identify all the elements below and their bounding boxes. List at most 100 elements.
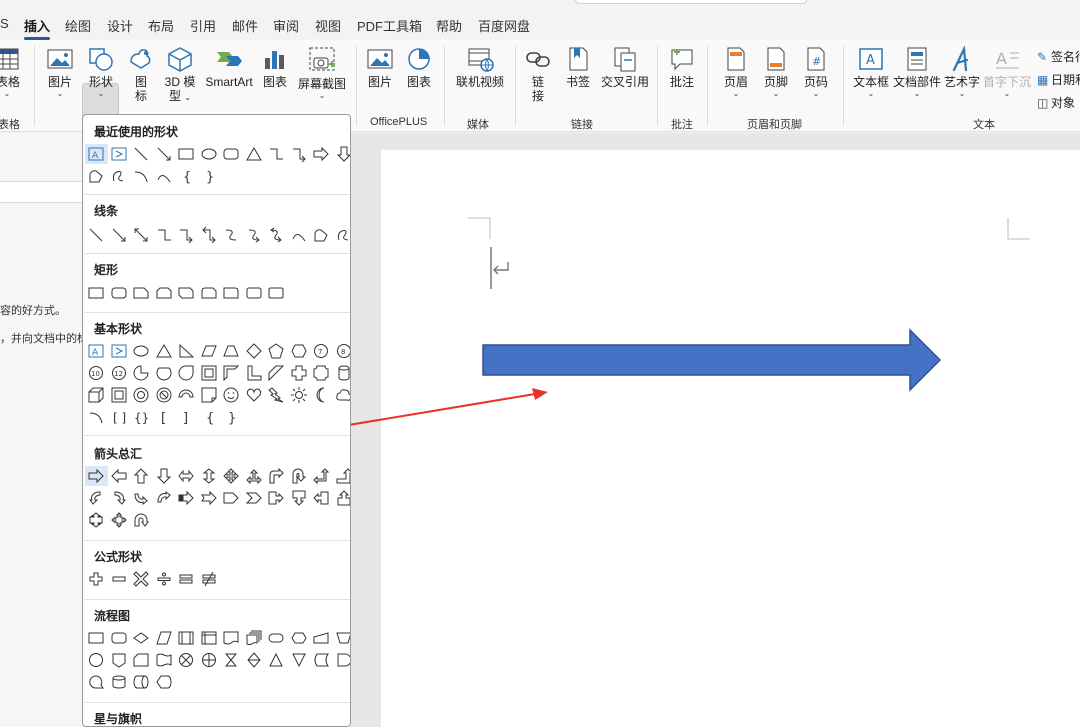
block-arc-shape-icon[interactable] — [175, 385, 198, 405]
elbow-arrow-connector-shape-icon[interactable] — [288, 144, 311, 164]
scribble-shape-icon[interactable] — [333, 225, 351, 245]
flowchart-or-shape-icon[interactable] — [198, 650, 221, 670]
flowchart-manual-input-shape-icon[interactable] — [310, 628, 333, 648]
flowchart-collate-shape-icon[interactable] — [220, 650, 243, 670]
left-bracket-shape-icon[interactable]: [ — [153, 407, 176, 427]
teardrop-shape-icon[interactable] — [175, 363, 198, 383]
line-shape-icon[interactable] — [85, 225, 108, 245]
text-box-shape-icon[interactable]: A — [85, 341, 108, 361]
cross-shape-icon[interactable] — [288, 363, 311, 383]
double-bracket-shape-icon[interactable]: [ ] — [108, 407, 131, 427]
quad-arrow-shape-icon[interactable] — [220, 466, 243, 486]
diagonal-stripe-shape-icon[interactable] — [265, 363, 288, 383]
u-turn-arrow-shape-icon[interactable] — [288, 466, 311, 486]
flowchart-connector-shape-icon[interactable] — [85, 650, 108, 670]
right-arrow-shape[interactable] — [482, 328, 942, 392]
elbow-arrow-connector-shape-icon[interactable] — [175, 225, 198, 245]
flowchart-merge-shape-icon[interactable] — [288, 650, 311, 670]
flowchart-alternate-process-shape-icon[interactable] — [108, 628, 131, 648]
chevron-shape-icon[interactable] — [243, 488, 266, 508]
flowchart-internal-storage-shape-icon[interactable] — [198, 628, 221, 648]
vertical-text-box-shape-icon[interactable] — [108, 341, 131, 361]
right-arrow-callout-shape-icon[interactable] — [265, 488, 288, 508]
circular-arrow-shape-icon[interactable] — [130, 510, 153, 530]
not-equal-shape-icon[interactable] — [198, 569, 221, 589]
striped-right-arrow-shape-icon[interactable] — [175, 488, 198, 508]
curved-arrow-connector-shape-icon[interactable] — [243, 225, 266, 245]
pentagon-shape-icon[interactable] — [265, 341, 288, 361]
double-arrow-line-shape-icon[interactable] — [130, 225, 153, 245]
down-arrow-shape-icon[interactable] — [153, 466, 176, 486]
flowchart-extract-shape-icon[interactable] — [265, 650, 288, 670]
left-arrow-callout-shape-icon[interactable] — [310, 488, 333, 508]
multiply-shape-icon[interactable] — [130, 569, 153, 589]
flowchart-off-page-connector-shape-icon[interactable] — [108, 650, 131, 670]
flowchart-sequential-access-storage-shape-icon[interactable] — [85, 672, 108, 692]
left-brace-shape-icon[interactable]: { — [198, 407, 221, 427]
left-right-arrow-shape-icon[interactable] — [175, 466, 198, 486]
line-shape-icon[interactable] — [130, 144, 153, 164]
triangle-shape-icon[interactable] — [153, 341, 176, 361]
scribble-shape-icon[interactable] — [108, 166, 131, 186]
flowchart-process-shape-icon[interactable] — [85, 628, 108, 648]
smiley-face-shape-icon[interactable] — [220, 385, 243, 405]
rectangle-shape-icon[interactable] — [85, 283, 108, 303]
pie-shape-icon[interactable] — [130, 363, 153, 383]
flowchart-preparation-shape-icon[interactable] — [288, 628, 311, 648]
bent-up-arrow-shape-icon[interactable] — [333, 466, 350, 486]
rounded-rectangle-shape-icon[interactable] — [220, 144, 243, 164]
flowchart-summing-junction-shape-icon[interactable] — [175, 650, 198, 670]
sun-shape-icon[interactable] — [288, 385, 311, 405]
flowchart-decision-shape-icon[interactable] — [130, 628, 153, 648]
curved-left-arrow-shape-icon[interactable] — [108, 488, 131, 508]
round-single-corner-rectangle-shape-icon[interactable] — [220, 283, 243, 303]
curved-connector-shape-icon[interactable] — [220, 225, 243, 245]
no-symbol-shape-icon[interactable] — [153, 385, 176, 405]
divide-shape-icon[interactable] — [153, 569, 176, 589]
trapezoid-shape-icon[interactable] — [220, 341, 243, 361]
rounded-rectangle-shape-icon[interactable] — [108, 283, 131, 303]
oval-shape-icon[interactable] — [130, 341, 153, 361]
right-brace-shape-icon[interactable]: } — [198, 166, 221, 186]
decagon-shape-icon[interactable]: 10 — [85, 363, 108, 383]
quad-arrow-callout-shape-icon[interactable] — [108, 510, 131, 530]
folded-corner-shape-icon[interactable] — [198, 385, 221, 405]
plus-shape-icon[interactable] — [85, 569, 108, 589]
left-up-arrow-shape-icon[interactable] — [310, 466, 333, 486]
snip-round-rectangle-shape-icon[interactable] — [198, 283, 221, 303]
flowchart-magnetic-disk-shape-icon[interactable] — [108, 672, 131, 692]
up-arrow-shape-icon[interactable] — [130, 466, 153, 486]
bevel-shape-icon[interactable] — [108, 385, 131, 405]
flowchart-data-shape-icon[interactable] — [153, 628, 176, 648]
octagon-shape-icon[interactable]: 8 — [333, 341, 350, 361]
left-right-up-arrow-shape-icon[interactable] — [243, 466, 266, 486]
flowchart-direct-access-storage-shape-icon[interactable] — [130, 672, 153, 692]
plaque-shape-icon[interactable] — [310, 363, 333, 383]
donut-shape-icon[interactable] — [130, 385, 153, 405]
curved-up-arrow-shape-icon[interactable] — [130, 488, 153, 508]
half-frame-shape-icon[interactable] — [220, 363, 243, 383]
elbow-connector-shape-icon[interactable] — [153, 225, 176, 245]
flowchart-stored-data-shape-icon[interactable] — [310, 650, 333, 670]
text-box-shape-icon[interactable]: A — [85, 144, 108, 164]
double-brace-shape-icon[interactable]: {} — [130, 407, 153, 427]
flowchart-multidocument-shape-icon[interactable] — [243, 628, 266, 648]
line-arrow-shape-icon[interactable] — [153, 144, 176, 164]
left-brace-shape-icon[interactable]: { — [175, 166, 198, 186]
curve-shape-icon[interactable] — [153, 166, 176, 186]
oval-shape-icon[interactable] — [198, 144, 221, 164]
minus-shape-icon[interactable] — [108, 569, 131, 589]
down-arrow-callout-shape-icon[interactable] — [288, 488, 311, 508]
right-brace-shape-icon[interactable]: } — [220, 407, 243, 427]
curved-down-arrow-shape-icon[interactable] — [153, 488, 176, 508]
flowchart-card-shape-icon[interactable] — [130, 650, 153, 670]
curve-shape-icon[interactable] — [288, 225, 311, 245]
up-down-arrow-callout-shape-icon[interactable] — [85, 510, 108, 530]
flowchart-delay-shape-icon[interactable] — [333, 650, 350, 670]
moon-shape-icon[interactable] — [310, 385, 333, 405]
round-diagonal-rectangle-shape-icon[interactable] — [265, 283, 288, 303]
triangle-shape-icon[interactable] — [243, 144, 266, 164]
cloud-shape-icon[interactable] — [333, 385, 350, 405]
right-arrow-shape-icon[interactable] — [85, 466, 108, 486]
can-shape-icon[interactable] — [333, 363, 351, 383]
